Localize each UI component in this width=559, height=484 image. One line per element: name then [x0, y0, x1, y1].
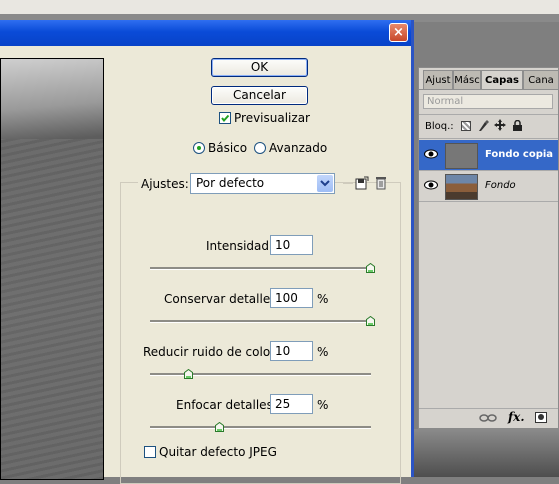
settings-select[interactable]: Por defecto: [190, 173, 335, 194]
conservar-slider-track[interactable]: [150, 320, 371, 323]
save-settings-icon[interactable]: [355, 176, 369, 193]
lock-transparency-icon[interactable]: [461, 121, 471, 131]
preview-image[interactable]: [0, 58, 104, 480]
lock-label: Bloq.:: [425, 121, 454, 132]
close-icon[interactable]: ×: [389, 23, 408, 42]
ruido-color-slider-thumb[interactable]: [184, 369, 194, 379]
lock-move-icon[interactable]: [494, 119, 506, 134]
layers-footer: fx.: [419, 408, 558, 428]
mode-basic-radio[interactable]: [193, 142, 205, 154]
intensidad-slider-track[interactable]: [150, 267, 371, 270]
radio-selected-dot: [197, 146, 201, 150]
layer-row-fondo-copia[interactable]: Fondo copia: [419, 140, 558, 171]
ok-button[interactable]: OK: [211, 58, 308, 77]
intensidad-slider-thumb[interactable]: [366, 263, 375, 273]
mode-basic-label: Básico: [208, 141, 248, 155]
ruido-color-slider-track[interactable]: [150, 373, 371, 376]
blend-mode-value: Normal: [427, 96, 464, 107]
layer-thumbnail: [445, 174, 478, 200]
lock-all-icon[interactable]: [513, 119, 522, 134]
enfocar-slider-track[interactable]: [150, 426, 371, 429]
preview-label: Previsualizar: [234, 111, 310, 125]
tab-ajustes[interactable]: Ajust: [423, 70, 453, 90]
settings-group: [120, 182, 401, 484]
tab-divider: [419, 89, 558, 90]
enfocar-input[interactable]: 25: [270, 394, 313, 414]
jpeg-label: Quitar defecto JPEG: [159, 445, 277, 459]
eye-icon[interactable]: [424, 180, 438, 190]
enfocar-slider-thumb[interactable]: [214, 422, 224, 432]
layer-row-fondo[interactable]: Fondo: [419, 171, 558, 202]
panel-divider-2: [419, 138, 558, 139]
layer-mask-icon[interactable]: [535, 412, 547, 423]
cancel-button[interactable]: Cancelar: [211, 86, 308, 105]
layer-thumbnail: [445, 143, 478, 169]
app-background-top: [0, 0, 559, 14]
tab-capas[interactable]: Capas: [481, 70, 523, 90]
ruido-color-unit: %: [317, 345, 329, 359]
chevron-down-icon[interactable]: [317, 175, 333, 192]
tab-mascaras[interactable]: Másc: [453, 70, 481, 90]
reduce-noise-dialog: × OK Cancelar Previsualizar Básico Avanz…: [0, 20, 414, 484]
conservar-input[interactable]: 100: [270, 288, 313, 308]
ruido-color-label: Reducir ruido de color:: [143, 345, 279, 359]
fx-icon[interactable]: fx.: [508, 410, 525, 424]
enfocar-label: Enfocar detalles:: [176, 398, 277, 412]
mode-advanced-label: Avanzado: [269, 141, 328, 155]
conservar-slider-thumb[interactable]: [366, 316, 375, 326]
settings-select-value: Por defecto: [196, 176, 265, 190]
canvas-background: [414, 429, 559, 477]
layer-name[interactable]: Fondo copia: [485, 149, 553, 160]
panel-divider: [419, 114, 558, 115]
dialog-titlebar[interactable]: ×: [0, 20, 411, 46]
blend-mode-select[interactable]: Normal: [423, 94, 553, 109]
layer-name[interactable]: Fondo: [485, 180, 516, 191]
preview-checkbox[interactable]: [219, 112, 231, 124]
mode-advanced-radio[interactable]: [254, 142, 266, 154]
lock-paint-icon[interactable]: [477, 119, 489, 135]
ruido-color-input[interactable]: 10: [270, 341, 313, 361]
eye-icon[interactable]: [424, 149, 438, 159]
intensidad-label: Intensidad:: [206, 239, 274, 253]
tab-canales[interactable]: Cana: [523, 70, 559, 90]
link-layers-icon[interactable]: [479, 412, 497, 426]
intensidad-input[interactable]: 10: [270, 235, 313, 255]
group-line-segment: [343, 183, 353, 184]
checkmark-icon: [221, 114, 230, 123]
conservar-label: Conservar detalles:: [164, 292, 281, 306]
jpeg-checkbox[interactable]: [144, 446, 156, 458]
enfocar-unit: %: [317, 398, 329, 412]
layers-panel: Ajust Másc Capas Cana Normal Bloq.: Fond…: [418, 67, 559, 429]
conservar-unit: %: [317, 292, 329, 306]
trash-icon[interactable]: [375, 176, 387, 193]
settings-label: Ajustes:: [138, 177, 192, 191]
